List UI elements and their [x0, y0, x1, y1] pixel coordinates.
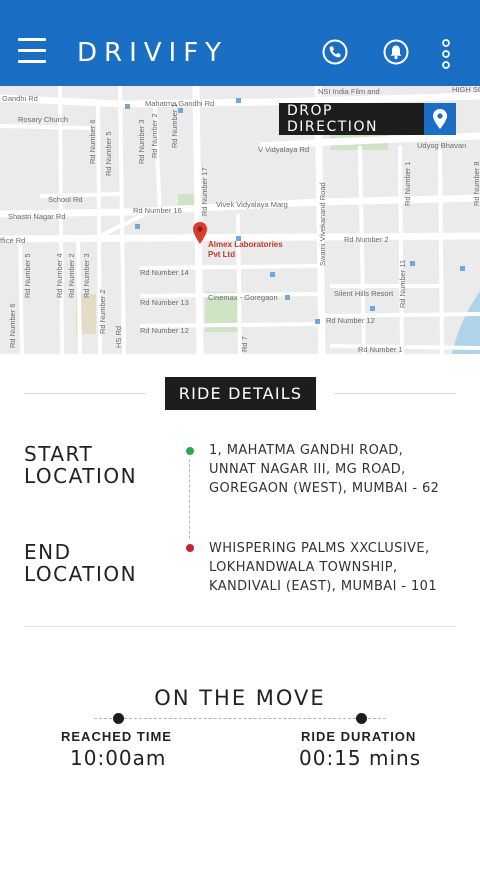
map-label: Gandhi Rd — [2, 94, 38, 103]
map-label: ffice Rd — [0, 236, 26, 245]
map-label: V Vidyalaya Rd — [258, 145, 310, 154]
ride-duration-value: 00:15 mins — [299, 746, 422, 770]
map-label: Rd 7 — [240, 336, 249, 352]
map-label: Rd Number 16 — [133, 206, 182, 215]
map-label: Rd Number 4 — [55, 253, 64, 298]
map-label: Rosary Church — [18, 115, 69, 124]
location-pin-icon[interactable] — [193, 222, 207, 244]
map-label: Rd Number 13 — [140, 298, 189, 307]
map-label: Rd Number 5 — [23, 253, 32, 298]
start-location-title: START LOCATION — [24, 443, 137, 487]
map-label: Rd Number 11 — [398, 259, 407, 308]
map-label: Silent Hills Resort — [334, 289, 394, 298]
divider — [24, 393, 146, 394]
start-address-line1: 1, MAHATMA GANDHI ROAD, — [209, 443, 404, 458]
map-label: HIGH SC — [452, 86, 480, 94]
start-title-line1: START — [24, 442, 94, 466]
map-label: Swami Vivekanand Road — [318, 182, 327, 266]
divider — [334, 393, 456, 394]
map-label: Rd Number 1 — [358, 345, 403, 354]
end-address-line3: KANDIVALI (EAST), MUMBAI - 101 — [209, 579, 437, 594]
start-address-line3: GOREGAON (WEST), MUMBAI - 62 — [209, 481, 440, 496]
end-title-line2: LOCATION — [24, 562, 138, 586]
timeline-end-dot — [356, 713, 367, 724]
place-name-line2: Pvt Ltd — [208, 250, 236, 259]
map-label: Rd Number 14 — [140, 268, 189, 277]
more-vertical-icon[interactable] — [438, 38, 454, 70]
section-divider — [24, 626, 456, 627]
app-brand: DRIVIFY — [77, 38, 229, 68]
ride-details-title: RIDE DETAILS — [165, 377, 316, 410]
map-label: Rd Number 5 — [104, 131, 113, 176]
map-label: Rd Number 2 — [150, 113, 159, 158]
map-label: Rd Number 2 — [344, 235, 389, 244]
route-connector — [189, 459, 190, 539]
bell-icon[interactable] — [383, 39, 409, 65]
map-pin-icon — [424, 103, 456, 135]
start-marker-dot — [186, 447, 194, 455]
map-label: Shastri Nagar Rd — [8, 212, 66, 221]
timeline-start-dot — [113, 713, 124, 724]
map-label: Cinemax - Goregaon — [208, 293, 278, 302]
drop-direction-button[interactable]: DROP DIRECTION — [279, 103, 456, 135]
start-address: 1, MAHATMA GANDHI ROAD, UNNAT NAGAR III,… — [209, 441, 439, 498]
map-label: Rd Number 17 — [200, 167, 209, 216]
map-label: NSI India Film and — [318, 87, 380, 96]
end-address: WHISPERING PALMS XXCLUSIVE, LOKHANDWALA … — [209, 539, 437, 596]
start-address-line2: UNNAT NAGAR III, MG ROAD, — [209, 462, 406, 477]
phone-icon[interactable] — [322, 39, 348, 65]
end-marker-dot — [186, 544, 194, 552]
place-label: Almex Laboratories Pvt Ltd — [208, 240, 283, 260]
end-address-line2: LOKHANDWALA TOWNSHIP, — [209, 560, 398, 575]
map-label: Rd Number 8 — [472, 161, 480, 206]
map-label: Mahatma Gandhi Rd — [145, 99, 215, 108]
map-label: Rd Number 6 — [88, 119, 97, 164]
ride-status-title: ON THE MOVE — [154, 686, 326, 710]
map-label: Rd Number 6 — [8, 303, 17, 348]
map-label: Rd Number 3 — [82, 253, 91, 298]
place-name-line1: Almex Laboratories — [208, 240, 283, 249]
start-title-line2: LOCATION — [24, 464, 138, 488]
map-label: Udyog Bhavan — [417, 141, 467, 150]
end-address-line1: WHISPERING PALMS XXCLUSIVE, — [209, 541, 430, 556]
map-label: Rd Number 3 — [137, 119, 146, 164]
map-label: Rd Number 1 — [170, 103, 179, 148]
timeline-line — [94, 718, 386, 719]
map-label: Rd Number 12 — [326, 316, 375, 325]
map-label: Rd Number 2 — [98, 289, 107, 334]
ride-duration-label: RIDE DURATION — [301, 729, 417, 744]
map-label: School Rd — [48, 195, 83, 204]
reached-time-label: REACHED TIME — [61, 729, 172, 744]
menu-icon[interactable] — [18, 38, 46, 64]
map-label: Rd Number 1 — [403, 161, 412, 206]
end-title-line1: END — [24, 540, 72, 564]
map-label: Vivek Vidyalaya Marg — [216, 200, 288, 209]
end-location-title: END LOCATION — [24, 541, 137, 585]
app-bar: DRIVIFY — [0, 0, 480, 86]
drop-direction-label: DROP DIRECTION — [287, 103, 378, 135]
map-label: Rd Number 2 — [67, 253, 76, 298]
reached-time-value: 10:00am — [70, 746, 167, 770]
map-label: Rd Number 12 — [140, 326, 189, 335]
map-label: HS Rd — [114, 325, 123, 348]
